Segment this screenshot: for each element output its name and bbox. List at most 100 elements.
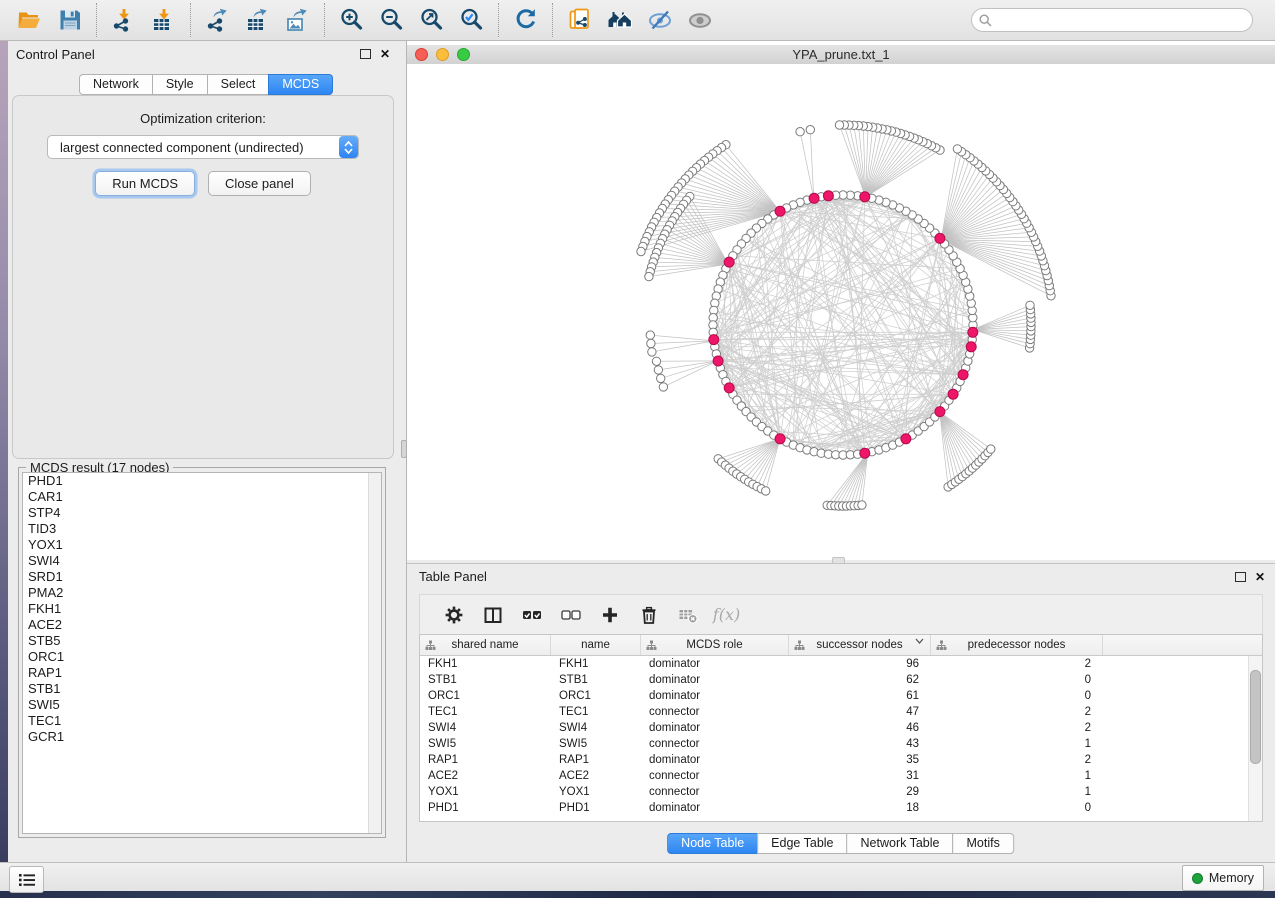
function-builder-button[interactable]: f(x) (707, 600, 746, 630)
tab-network-table[interactable]: Network Table (847, 833, 954, 854)
tab-network[interactable]: Network (79, 74, 153, 95)
zoom-fit-button[interactable] (412, 3, 452, 37)
zoom-selected-button[interactable] (452, 3, 492, 37)
select-all-checks-button[interactable] (512, 600, 551, 630)
column-header-shared-name[interactable]: shared name (420, 635, 551, 655)
export-image-button[interactable] (278, 3, 318, 37)
table-scrollbar[interactable] (1248, 656, 1262, 821)
optimization-criterion-dropdown[interactable]: largest connected component (undirected) (47, 135, 359, 159)
zoom-out-button[interactable] (372, 3, 412, 37)
deselect-all-checks-button[interactable] (551, 600, 590, 630)
network-graph[interactable] (407, 64, 1275, 560)
mcds-result-item[interactable]: STP4 (23, 505, 381, 521)
mcds-result-item[interactable]: SWI4 (23, 553, 381, 569)
mcds-hub-node[interactable] (809, 193, 819, 203)
mcds-result-item[interactable]: SWI5 (23, 697, 381, 713)
column-header-MCDS-role[interactable]: MCDS role (641, 635, 789, 655)
table-row[interactable]: RAP1RAP1dominator352 (420, 752, 1262, 768)
mcds-hub-node[interactable] (860, 192, 870, 202)
mcds-result-item[interactable]: YOX1 (23, 537, 381, 553)
table-row[interactable]: YOX1YOX1connector291 (420, 784, 1262, 800)
column-header-name[interactable]: name (551, 635, 641, 655)
table-row[interactable]: SWI4SWI4dominator462 (420, 720, 1262, 736)
mcds-list-scrollbar[interactable] (368, 473, 381, 833)
mcds-hub-node[interactable] (901, 434, 911, 444)
mcds-hub-node[interactable] (966, 342, 976, 352)
vertical-splitter[interactable] (400, 41, 407, 862)
split-panel-button[interactable] (473, 600, 512, 630)
tab-motifs[interactable]: Motifs (952, 833, 1013, 854)
tab-mcds[interactable]: MCDS (268, 74, 333, 95)
column-header-predecessor-nodes[interactable]: predecessor nodes (931, 635, 1103, 655)
tab-select[interactable]: Select (207, 74, 270, 95)
search-box[interactable] (971, 8, 1253, 32)
mcds-result-item[interactable]: STB5 (23, 633, 381, 649)
mcds-hub-node[interactable] (775, 206, 785, 216)
delete-column-button[interactable] (629, 600, 668, 630)
export-network-button[interactable] (198, 3, 238, 37)
table-scrollbar-thumb[interactable] (1250, 670, 1261, 764)
run-mcds-button[interactable]: Run MCDS (95, 171, 195, 196)
close-table-panel-icon[interactable]: ✕ (1255, 571, 1265, 583)
mcds-hub-node[interactable] (958, 370, 968, 380)
mcds-result-item[interactable]: PHD1 (23, 473, 381, 489)
table-row[interactable]: FKH1FKH1dominator962 (420, 656, 1262, 672)
mcds-hub-node[interactable] (713, 356, 723, 366)
tab-style[interactable]: Style (152, 74, 208, 95)
tab-node-table[interactable]: Node Table (667, 833, 758, 854)
table-row[interactable]: ACE2ACE2connector311 (420, 768, 1262, 784)
close-panel-button[interactable]: Close panel (208, 171, 311, 196)
mcds-hub-node[interactable] (948, 389, 958, 399)
mcds-hub-node[interactable] (860, 448, 870, 458)
close-panel-icon[interactable]: ✕ (380, 48, 390, 60)
mcds-result-item[interactable]: CAR1 (23, 489, 381, 505)
mcds-hub-node[interactable] (709, 335, 719, 345)
open-file-button[interactable] (10, 3, 50, 37)
eye-slash-button[interactable] (640, 3, 680, 37)
mcds-hub-node[interactable] (935, 407, 945, 417)
save-session-button[interactable] (50, 3, 90, 37)
add-column-button[interactable] (590, 600, 629, 630)
table-row[interactable]: STB1STB1dominator620 (420, 672, 1262, 688)
mcds-result-list[interactable]: PHD1CAR1STP4TID3YOX1SWI4SRD1PMA2FKH1ACE2… (22, 472, 382, 834)
mcds-result-item[interactable]: ORC1 (23, 649, 381, 665)
network-canvas[interactable] (407, 64, 1275, 560)
import-network-button[interactable] (104, 3, 144, 37)
mcds-result-item[interactable]: PMA2 (23, 585, 381, 601)
table-row[interactable]: SWI5SWI5connector431 (420, 736, 1262, 752)
houses-button[interactable] (600, 3, 640, 37)
import-table-button[interactable] (144, 3, 184, 37)
mcds-hub-node[interactable] (968, 327, 978, 337)
mcds-result-item[interactable]: TID3 (23, 521, 381, 537)
search-input[interactable] (997, 12, 1245, 28)
mcds-result-item[interactable]: RAP1 (23, 665, 381, 681)
mcds-result-item[interactable]: GCR1 (23, 729, 381, 745)
mcds-hub-node[interactable] (724, 257, 734, 267)
mcds-hub-node[interactable] (775, 434, 785, 444)
mcds-result-item[interactable]: STB1 (23, 681, 381, 697)
horizontal-splitter-grip[interactable] (832, 557, 845, 564)
float-panel-icon[interactable] (360, 49, 371, 59)
mcds-result-item[interactable]: TEC1 (23, 713, 381, 729)
tab-edge-table[interactable]: Edge Table (757, 833, 847, 854)
refresh-button[interactable] (506, 3, 546, 37)
memory-button[interactable]: Memory (1182, 865, 1264, 891)
node-table[interactable]: shared namenameMCDS rolesuccessor nodesp… (419, 634, 1263, 822)
settings-gear-button[interactable] (434, 600, 473, 630)
mcds-result-item[interactable]: SRD1 (23, 569, 381, 585)
mcds-result-item[interactable]: FKH1 (23, 601, 381, 617)
table-row[interactable]: ORC1ORC1dominator610 (420, 688, 1262, 704)
table-row[interactable]: PHD1PHD1dominator180 (420, 800, 1262, 816)
task-history-button[interactable] (9, 866, 44, 893)
float-table-panel-icon[interactable] (1235, 572, 1246, 582)
mcds-hub-node[interactable] (724, 383, 734, 393)
delete-table-button[interactable] (668, 600, 707, 630)
mcds-hub-node[interactable] (935, 233, 945, 243)
column-header-successor-nodes[interactable]: successor nodes (789, 635, 931, 655)
table-row[interactable]: TEC1TEC1connector472 (420, 704, 1262, 720)
mcds-result-item[interactable]: ACE2 (23, 617, 381, 633)
mcds-hub-node[interactable] (823, 191, 833, 201)
network-document-button[interactable] (560, 3, 600, 37)
zoom-in-button[interactable] (332, 3, 372, 37)
export-table-button[interactable] (238, 3, 278, 37)
